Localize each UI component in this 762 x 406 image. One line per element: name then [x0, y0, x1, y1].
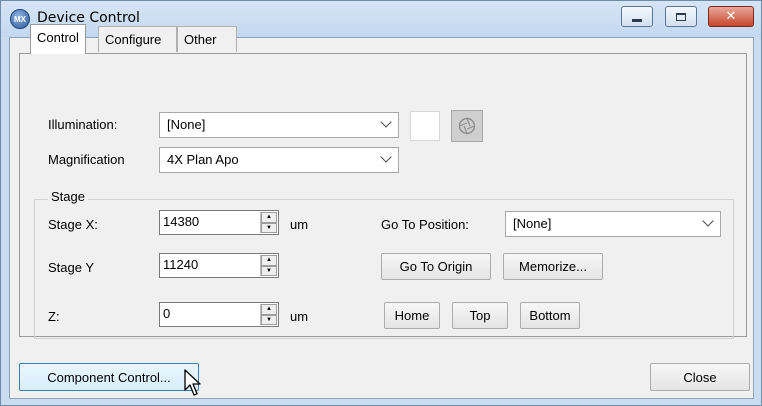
component-control-button[interactable]: Component Control...	[19, 363, 199, 391]
close-icon: ✕	[725, 9, 737, 24]
chevron-down-icon	[380, 151, 392, 163]
stage-y-label: Stage Y	[48, 260, 95, 275]
tab-control[interactable]: Control	[30, 24, 86, 54]
spin-down-icon[interactable]: ▼	[261, 222, 277, 233]
maximize-icon	[676, 12, 686, 21]
go-to-position-value: [None]	[513, 216, 552, 231]
aperture-icon	[458, 117, 476, 135]
bottom-button[interactable]: Bottom	[520, 302, 580, 329]
stage-x-value: 14380	[163, 214, 200, 229]
tab-configure[interactable]: Configure	[98, 26, 177, 52]
spin-up-icon[interactable]: ▲	[261, 304, 277, 315]
stage-y-stepper[interactable]: 11240 ▲ ▼	[159, 253, 279, 278]
stage-x-spinner[interactable]: ▲ ▼	[260, 212, 277, 233]
spin-up-icon[interactable]: ▲	[261, 255, 277, 266]
go-to-position-label: Go To Position:	[381, 217, 469, 232]
magnification-label: Magnification	[48, 152, 125, 167]
stage-x-label: Stage X:	[48, 217, 98, 232]
spin-down-icon[interactable]: ▼	[261, 265, 277, 276]
magnification-value: 4X Plan Apo	[167, 152, 239, 167]
chevron-down-icon	[380, 116, 392, 128]
magnification-select[interactable]: 4X Plan Apo	[159, 147, 399, 173]
app-icon: MX	[10, 9, 30, 29]
memorize-button[interactable]: Memorize...	[503, 253, 603, 280]
stage-x-unit: um	[290, 217, 309, 232]
illumination-color-swatch	[410, 111, 440, 141]
stage-y-value: 11240	[163, 257, 199, 272]
illumination-select[interactable]: [None]	[159, 112, 399, 138]
z-value: 0	[163, 306, 171, 321]
stage-group-title: Stage	[48, 189, 88, 204]
go-to-position-select[interactable]: [None]	[505, 211, 721, 237]
spin-up-icon[interactable]: ▲	[261, 212, 277, 223]
home-button[interactable]: Home	[384, 302, 440, 329]
close-window-button[interactable]: ✕	[708, 6, 754, 27]
minimize-icon	[632, 19, 642, 22]
z-unit: um	[290, 309, 309, 324]
maximize-button[interactable]	[665, 6, 697, 27]
chevron-down-icon	[702, 215, 714, 227]
z-stepper[interactable]: 0 ▲ ▼	[159, 302, 279, 327]
illumination-settings-button[interactable]	[451, 110, 483, 142]
go-to-origin-button[interactable]: Go To Origin	[381, 253, 491, 280]
stage-y-spinner[interactable]: ▲ ▼	[260, 255, 277, 276]
tab-other[interactable]: Other	[177, 26, 237, 52]
stage-x-stepper[interactable]: 14380 ▲ ▼	[159, 210, 279, 235]
illumination-value: [None]	[167, 117, 206, 132]
spin-down-icon[interactable]: ▼	[261, 314, 277, 325]
z-spinner[interactable]: ▲ ▼	[260, 304, 277, 325]
top-button[interactable]: Top	[452, 302, 508, 329]
minimize-button[interactable]	[621, 6, 653, 27]
z-label: Z:	[48, 309, 60, 324]
close-button[interactable]: Close	[650, 363, 750, 391]
mouse-cursor-icon	[184, 369, 201, 396]
illumination-label: Illumination:	[48, 117, 118, 132]
